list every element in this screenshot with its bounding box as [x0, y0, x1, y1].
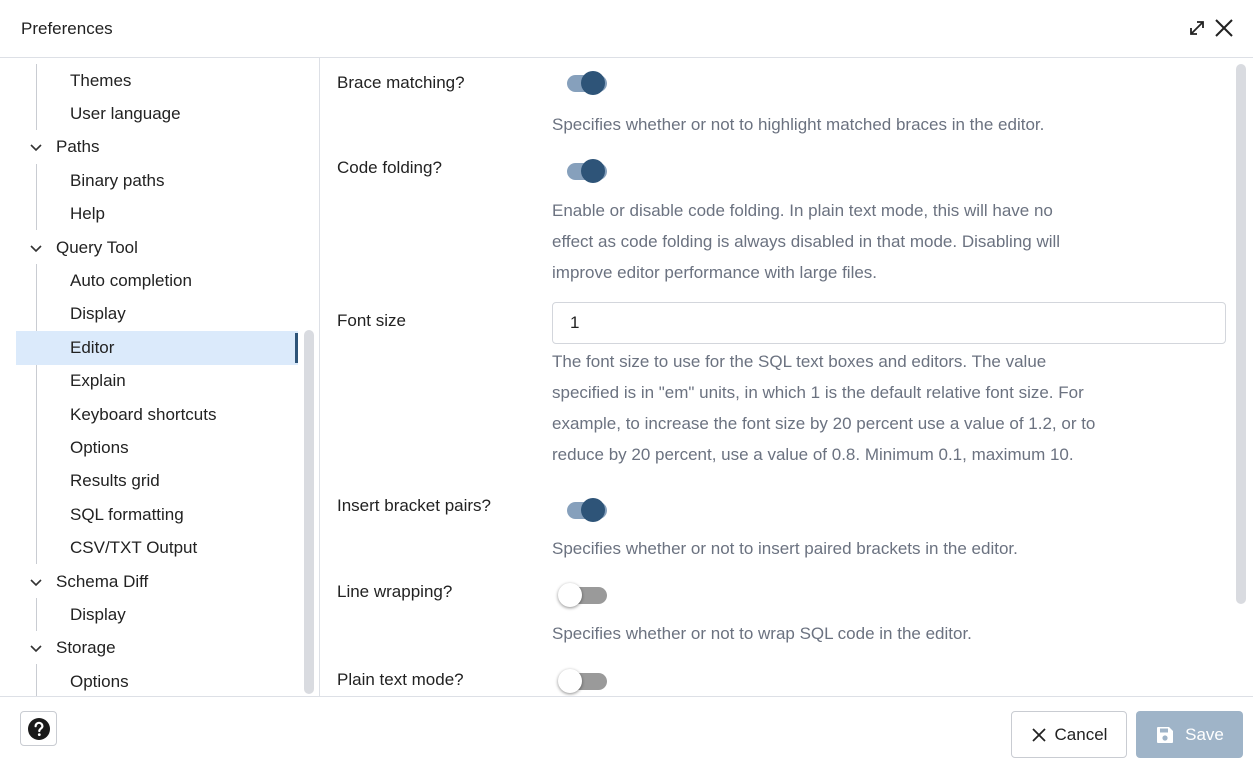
tree-list: Themes User language Paths Binary paths Help…	[16, 64, 298, 696]
font-size-label: Font size	[337, 311, 406, 330]
toggle-knob	[558, 669, 582, 693]
cancel-button-label: Cancel	[1054, 724, 1108, 744]
title-bar-controls	[1187, 17, 1235, 39]
plain-text-mode-label: Plain text mode?	[337, 670, 464, 689]
close-icon[interactable]	[1213, 17, 1235, 39]
tree-item-options[interactable]: Options	[16, 665, 298, 696]
brace-matching-toggle[interactable]	[554, 68, 610, 98]
code-folding-label: Code folding?	[337, 158, 442, 177]
tree-item-themes[interactable]: Themes	[16, 64, 298, 97]
tree-item-label: Explain	[70, 371, 126, 391]
tree-item-label: User language	[70, 104, 181, 124]
tree-item-label: Themes	[70, 70, 132, 90]
brace-matching-description: Specifies whether or not to highlight ma…	[552, 115, 1045, 134]
tree-group-query-tool[interactable]: Query Tool	[16, 231, 298, 264]
tree-item-label: Options	[70, 671, 129, 691]
tree-item-label: Schema Diff	[56, 571, 149, 591]
description-line: The font size to use for the SQL text bo…	[552, 352, 1047, 371]
line-wrapping-toggle[interactable]	[554, 580, 610, 610]
dialog-title-bar: Preferences	[0, 0, 1253, 58]
tree-item-label: Binary paths	[70, 170, 165, 190]
cancel-button[interactable]: Cancel	[1011, 711, 1127, 758]
toggle-knob	[558, 583, 582, 607]
preferences-tree: Themes User language Paths Binary paths Help…	[0, 58, 320, 696]
tree-group-paths[interactable]: Paths	[16, 131, 298, 164]
dialog-title: Preferences	[21, 18, 113, 38]
content-scrollbar[interactable]	[1236, 64, 1246, 604]
tree-item-auto-completion[interactable]: Auto completion	[16, 264, 298, 297]
tree-item-label: CSV/TXT Output	[70, 538, 198, 558]
tree-item-csv-txt-output[interactable]: CSV/TXT Output	[16, 531, 298, 564]
tree-item-editor[interactable]: Editor	[16, 331, 298, 365]
help-button[interactable]	[20, 711, 57, 746]
tree-group-schema-diff[interactable]: Schema Diff	[16, 565, 298, 598]
tree-item-explain[interactable]: Explain	[16, 365, 298, 398]
tree-item-label: Editor	[70, 337, 115, 357]
code-folding-description: Enable or disable code folding. In plain…	[552, 195, 1232, 288]
description-line: specified is in "em" units, in which 1 i…	[552, 383, 1084, 402]
toggle-knob	[581, 71, 605, 95]
tree-item-label: Display	[70, 604, 126, 624]
tree-item-label: Storage	[56, 638, 116, 658]
description-line: effect as code folding is always disable…	[552, 232, 1061, 251]
chevron-down-icon[interactable]	[30, 137, 50, 157]
insert-bracket-pairs-description: Specifies whether or not to insert paire…	[552, 539, 1018, 558]
tree-item-options[interactable]: Options	[16, 431, 298, 464]
tree-item-display[interactable]: Display	[16, 298, 298, 331]
chevron-down-icon[interactable]	[30, 638, 50, 658]
tree-item-label: Results grid	[70, 471, 160, 491]
tree-scrollbar[interactable]	[304, 330, 314, 694]
brace-matching-label: Brace matching?	[337, 73, 465, 92]
font-size-input[interactable]	[552, 302, 1226, 344]
tree-item-results-grid[interactable]: Results grid	[16, 465, 298, 498]
tree-item-keyboard-shortcuts[interactable]: Keyboard shortcuts	[16, 398, 298, 431]
tree-item-help[interactable]: Help	[16, 198, 298, 231]
tree-item-binary-paths[interactable]: Binary paths	[16, 164, 298, 197]
font-size-description: The font size to use for the SQL text bo…	[552, 346, 1232, 470]
description-line: example, to increase the font size by 20…	[552, 414, 1096, 433]
tree-item-label: SQL formatting	[70, 504, 184, 524]
save-button-label: Save	[1185, 724, 1224, 744]
tree-item-label: Keyboard shortcuts	[70, 404, 217, 424]
toggle-knob	[581, 159, 605, 183]
help-circle-icon	[27, 717, 50, 740]
toggle-knob	[581, 498, 605, 522]
dialog-footer: Cancel Save	[0, 696, 1253, 768]
insert-bracket-pairs-toggle[interactable]	[554, 495, 610, 525]
chevron-down-icon[interactable]	[30, 572, 50, 592]
chevron-down-icon[interactable]	[30, 238, 50, 258]
floppy-disk-icon	[1157, 726, 1174, 743]
code-folding-toggle[interactable]	[554, 156, 610, 186]
tree-item-user-language[interactable]: User language	[16, 97, 298, 130]
tree-item-label: Paths	[56, 137, 100, 157]
plain-text-mode-toggle[interactable]	[554, 666, 610, 696]
tree-item-label: Options	[70, 437, 129, 457]
description-line: Enable or disable code folding. In plain…	[552, 201, 1053, 220]
tree-group-storage[interactable]: Storage	[16, 632, 298, 665]
description-line: improve editor performance with large fi…	[552, 263, 878, 282]
maximize-icon[interactable]	[1187, 18, 1207, 38]
tree-item-sql-formatting[interactable]: SQL formatting	[16, 498, 298, 531]
x-icon	[1031, 727, 1046, 742]
tree-item-label: Help	[70, 204, 105, 224]
insert-bracket-pairs-label: Insert bracket pairs?	[337, 496, 492, 515]
tree-item-label: Query Tool	[56, 237, 138, 257]
line-wrapping-label: Line wrapping?	[337, 582, 453, 601]
tree-item-label: Display	[70, 304, 126, 324]
editor-settings-panel: Brace matching? Specifies whether or not…	[321, 58, 1253, 696]
description-line: reduce by 20 percent, use a value of 0.8…	[552, 445, 1074, 464]
tree-item-label: Auto completion	[70, 271, 192, 291]
tree-item-display[interactable]: Display	[16, 598, 298, 631]
line-wrapping-description: Specifies whether or not to wrap SQL cod…	[552, 624, 972, 643]
save-button[interactable]: Save	[1136, 711, 1243, 758]
